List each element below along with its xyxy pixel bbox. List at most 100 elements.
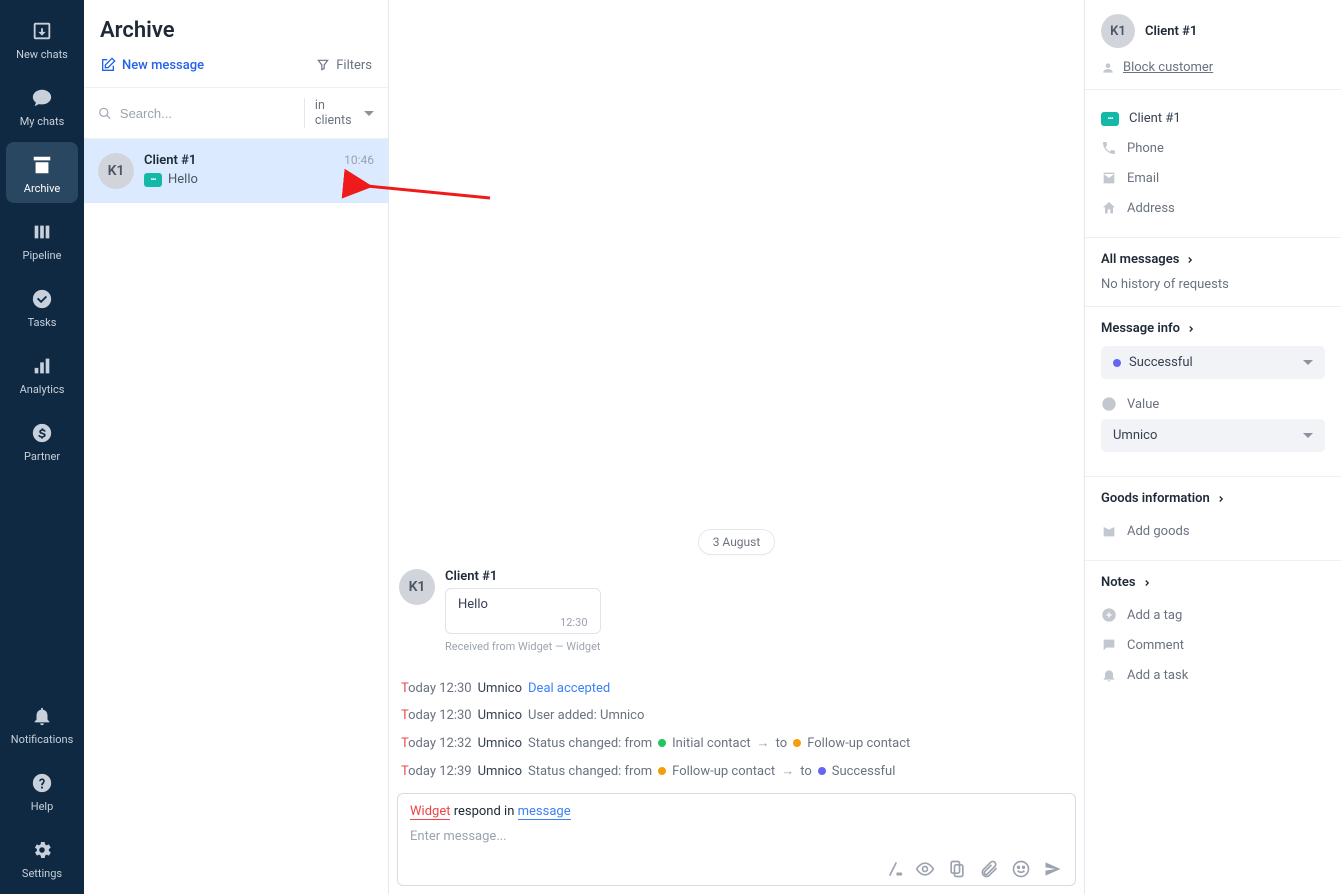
activity-time: Today 12:32 (401, 736, 472, 751)
chat-list-panel: Archive New message Filters in clients (84, 0, 389, 894)
sidebar-item-my-chats[interactable]: My chats (6, 75, 78, 136)
avatar: K1 (98, 153, 134, 189)
activity-time: Today 12:39 (401, 764, 472, 779)
contact-client: Client #1 (1129, 111, 1181, 126)
chat-item-name: Client #1 (144, 153, 196, 168)
message-input[interactable] (410, 829, 1063, 849)
to-label: to (776, 736, 788, 751)
contact-address-row[interactable]: Address (1101, 193, 1325, 223)
home-icon (1101, 200, 1117, 216)
details-panel: K1 Client #1 Block customer ••• Client #… (1085, 0, 1341, 894)
sidebar-label: Pipeline (23, 249, 62, 262)
status-from-label: Follow-up contact (672, 764, 775, 779)
send-icon[interactable] (1043, 859, 1063, 879)
chevron-right-icon (1142, 578, 1152, 588)
check-circle-icon (31, 288, 53, 310)
sidebar-item-archive[interactable]: Archive (6, 142, 78, 203)
add-goods-label: Add goods (1127, 524, 1190, 539)
sidebar-label: Settings (22, 867, 62, 880)
sidebar-item-notifications[interactable]: Notifications (6, 693, 78, 754)
message-sender: Client #1 (445, 569, 601, 584)
status-from-label: Initial contact (672, 736, 751, 751)
source-select[interactable]: Umnico (1101, 419, 1325, 452)
sidebar-label: My chats (20, 115, 65, 128)
search-scope-select[interactable]: in clients (304, 98, 374, 128)
bell-icon (1101, 667, 1117, 683)
notes-title: Notes (1101, 575, 1136, 590)
arrow-right-icon: → (781, 763, 794, 779)
block-customer-link[interactable]: Block customer (1101, 60, 1325, 75)
phone-label: Phone (1127, 141, 1164, 156)
avatar: K1 (399, 569, 435, 605)
sidebar-item-tasks[interactable]: Tasks (6, 276, 78, 337)
comment-row[interactable]: Comment (1101, 630, 1325, 660)
visibility-icon[interactable] (915, 859, 935, 879)
comment-label: Comment (1127, 638, 1184, 653)
sidebar-item-pipeline[interactable]: Pipeline (6, 209, 78, 270)
slash-command-icon[interactable] (883, 859, 903, 879)
filters-button[interactable]: Filters (316, 58, 372, 73)
block-customer-label: Block customer (1123, 60, 1213, 75)
message-info-title: Message info (1101, 321, 1180, 336)
contact-phone-row[interactable]: Phone (1101, 133, 1325, 163)
activity-user: Umnico (478, 681, 522, 696)
chevron-right-icon (1186, 324, 1196, 334)
message-text: Hello (458, 597, 588, 612)
all-messages-header[interactable]: All messages (1101, 252, 1325, 267)
all-messages-title: All messages (1101, 252, 1179, 267)
status-select[interactable]: Successful (1101, 346, 1325, 379)
add-task-label: Add a task (1127, 668, 1188, 683)
box-icon (1101, 523, 1117, 539)
template-icon[interactable] (947, 859, 967, 879)
search-input[interactable] (120, 106, 296, 121)
message-info-header[interactable]: Message info (1101, 321, 1325, 336)
add-tag-row[interactable]: Add a tag (1101, 600, 1325, 630)
status-dot-icon (1113, 359, 1121, 367)
info-icon (1101, 396, 1117, 412)
to-label: to (800, 764, 812, 779)
attachment-icon[interactable] (979, 859, 999, 879)
sidebar-item-new-chats[interactable]: New chats (6, 8, 78, 69)
archive-box-icon (31, 154, 53, 176)
scope-label: in clients (315, 98, 360, 128)
channel-widget-icon: ••• (144, 173, 162, 187)
gear-icon (31, 839, 53, 861)
sidebar-item-settings[interactable]: Settings (6, 827, 78, 888)
value-row[interactable]: Value (1101, 389, 1325, 419)
sidebar-label: Partner (24, 450, 60, 463)
source-label: Umnico (1113, 428, 1157, 443)
inbox-download-icon (31, 20, 53, 42)
new-message-button[interactable]: New message (100, 57, 204, 73)
sidebar-item-analytics[interactable]: Analytics (6, 343, 78, 404)
avatar: K1 (1101, 14, 1135, 48)
activity-row: Today 12:30 Umnico User added: Umnico (399, 702, 1074, 729)
status-dot-icon (793, 739, 801, 747)
sidebar-item-help[interactable]: Help (6, 760, 78, 821)
compose-icon (100, 57, 116, 73)
chevron-down-icon (364, 111, 374, 116)
hint-message[interactable]: message (518, 804, 571, 820)
sidebar-label: New chats (16, 48, 68, 61)
email-icon (1101, 170, 1117, 186)
bar-chart-icon (31, 355, 53, 377)
activity-time: Today 12:30 (401, 681, 472, 696)
chat-bubble-icon (31, 87, 53, 109)
sidebar-label: Archive (24, 182, 60, 195)
notes-header[interactable]: Notes (1101, 575, 1325, 590)
goods-header[interactable]: Goods information (1101, 491, 1325, 506)
contact-email-row[interactable]: Email (1101, 163, 1325, 193)
status-label: Successful (1129, 355, 1193, 370)
goods-title: Goods information (1101, 491, 1210, 506)
hint-widget[interactable]: Widget (410, 804, 450, 820)
chat-list-item[interactable]: K1 Client #1 10:46 ••• Hello (84, 139, 388, 203)
add-goods-row[interactable]: Add goods (1101, 516, 1325, 546)
chat-item-time: 10:46 (344, 153, 374, 168)
search-icon (98, 106, 112, 121)
add-task-row[interactable]: Add a task (1101, 660, 1325, 690)
emoji-icon[interactable] (1011, 859, 1031, 879)
chat-item-preview: Hello (168, 172, 198, 187)
composer-hint: Widget respond in message (410, 804, 1063, 819)
status-to-label: Successful (832, 764, 896, 779)
activity-text[interactable]: Deal accepted (528, 681, 610, 696)
sidebar-item-partner[interactable]: Partner (6, 410, 78, 471)
